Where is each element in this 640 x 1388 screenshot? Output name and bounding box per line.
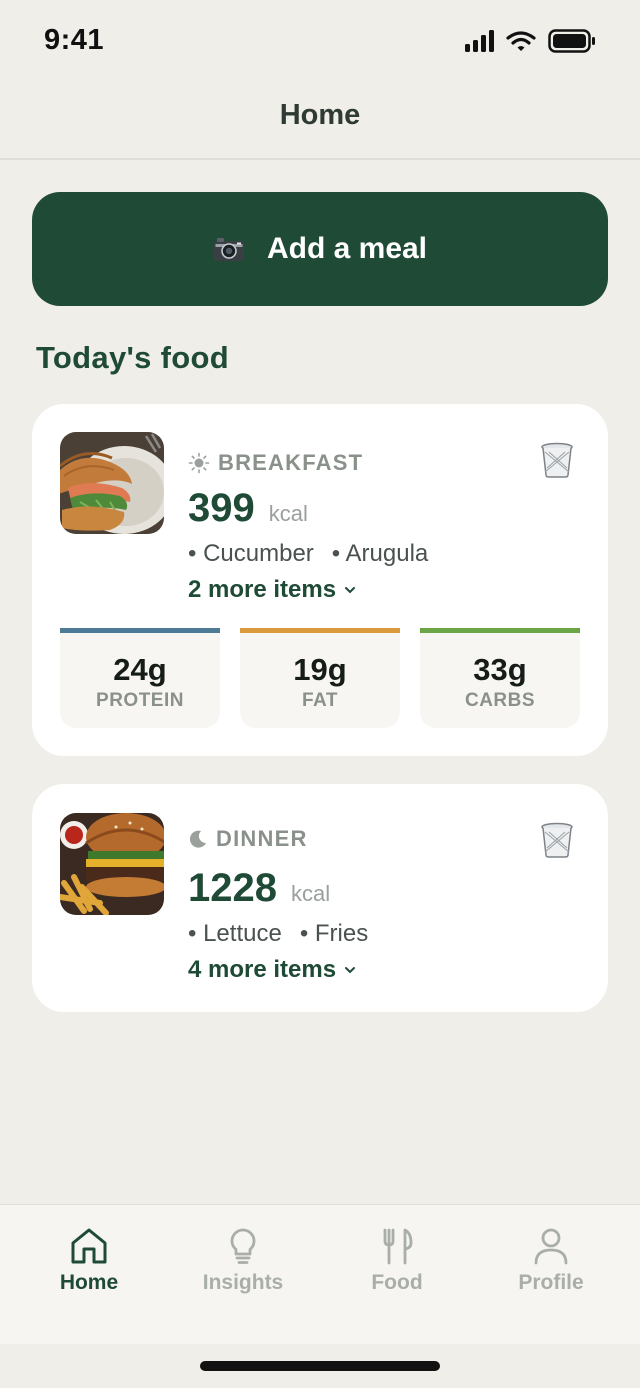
meal-photo-dinner — [60, 813, 164, 915]
macro-label: FAT — [302, 690, 338, 711]
home-indicator[interactable] — [200, 1361, 440, 1371]
add-meal-button[interactable]: Add a meal — [32, 192, 608, 306]
trash-icon — [541, 442, 573, 478]
calorie-unit: kcal — [290, 881, 331, 906]
chevron-down-icon — [345, 967, 356, 974]
ingredient-item: Fries — [300, 920, 368, 948]
calorie-value: 399 — [188, 486, 255, 530]
macro-row: 24g PROTEIN 19g FAT 33g CARBS — [60, 628, 580, 728]
tab-bar: Home Insights Food Profile — [0, 1204, 640, 1344]
ingredient-item: Arugula — [332, 540, 429, 568]
more-items-toggle[interactable]: 4 more items — [188, 956, 356, 984]
wifi-icon — [506, 31, 536, 51]
page-title: Home — [279, 99, 361, 131]
person-icon — [534, 1228, 568, 1265]
ingredient-list: Lettuce Fries — [188, 920, 368, 948]
more-items-label: 4 more items — [188, 956, 337, 983]
meal-photo-breakfast — [60, 432, 164, 534]
status-icons — [465, 29, 596, 53]
more-items-label: 2 more items — [188, 576, 337, 603]
cellular-signal-icon — [465, 30, 494, 52]
ingredient-item: Cucumber — [188, 540, 314, 568]
tab-label: Insights — [202, 1271, 284, 1294]
app-header: Home — [0, 84, 640, 160]
meal-type-label: BREAKFAST — [218, 450, 364, 475]
tab-profile[interactable]: Profile — [474, 1205, 628, 1344]
home-screen: 9:41 Home Add a meal Today's food BREAKF… — [0, 0, 640, 1388]
macro-protein: 24g PROTEIN — [60, 628, 220, 728]
meal-type-dinner: DINNER — [188, 826, 308, 852]
macro-value: 19g — [293, 652, 347, 687]
macro-fat: 19g FAT — [240, 628, 400, 728]
status-time: 9:41 — [44, 24, 105, 56]
carbs-bar — [420, 628, 580, 633]
macro-carbs: 33g CARBS — [420, 628, 580, 728]
lightbulb-icon — [230, 1228, 256, 1264]
more-items-toggle[interactable]: 2 more items — [188, 576, 356, 604]
macro-value: 24g — [113, 652, 167, 687]
battery-icon — [548, 29, 595, 53]
calorie-row: 399 kcal — [188, 486, 308, 531]
meal-card-breakfast[interactable]: BREAKFAST 399 kcal Cucumber Arugula 2 mo… — [32, 404, 608, 756]
calorie-unit: kcal — [268, 501, 308, 526]
sun-icon — [188, 452, 210, 474]
tab-food[interactable]: Food — [320, 1205, 474, 1344]
meal-type-breakfast: BREAKFAST — [188, 450, 363, 476]
calorie-row: 1228 kcal — [188, 866, 330, 911]
ingredient-item: Lettuce — [188, 920, 282, 948]
delete-meal-button[interactable] — [540, 442, 574, 478]
status-bar: 9:41 — [0, 0, 640, 84]
home-icon — [71, 1228, 107, 1264]
add-meal-label: Add a meal — [266, 232, 428, 265]
macro-label: CARBS — [464, 690, 536, 711]
tab-label: Profile — [518, 1271, 584, 1294]
meal-card-dinner[interactable]: DINNER 1228 kcal Lettuce Fries 4 more it… — [32, 784, 608, 1012]
camera-icon — [213, 238, 244, 261]
macro-label: PROTEIN — [96, 690, 184, 711]
macro-value: 33g — [473, 652, 527, 687]
moon-icon — [189, 830, 206, 848]
fork-knife-icon — [383, 1228, 413, 1265]
chevron-down-icon — [345, 587, 356, 594]
section-title: Today's food — [36, 340, 229, 375]
meal-type-label: DINNER — [216, 826, 308, 851]
trash-icon — [541, 822, 573, 858]
delete-meal-button[interactable] — [540, 822, 574, 858]
tab-insights[interactable]: Insights — [166, 1205, 320, 1344]
protein-bar — [60, 628, 220, 633]
tab-label: Home — [59, 1271, 119, 1294]
calorie-value: 1228 — [188, 866, 277, 910]
ingredient-list: Cucumber Arugula — [188, 540, 428, 568]
fat-bar — [240, 628, 400, 633]
tab-label: Food — [371, 1271, 423, 1294]
tab-home[interactable]: Home — [12, 1205, 166, 1344]
